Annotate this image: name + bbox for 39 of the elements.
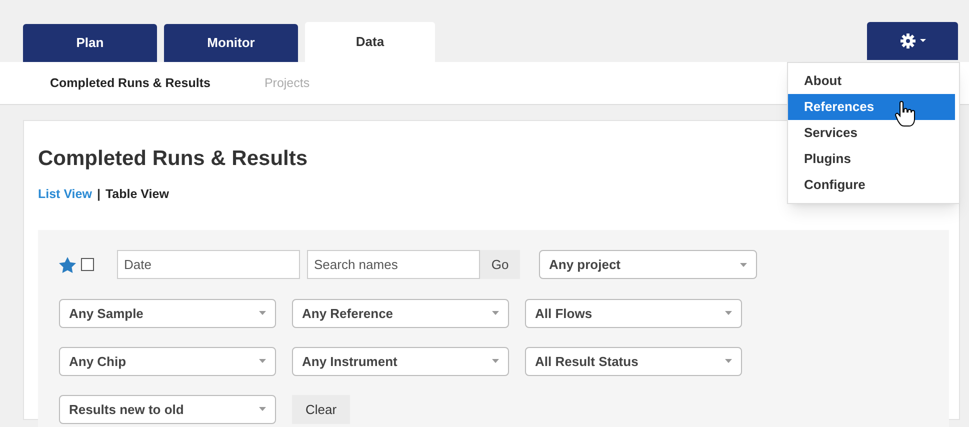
caret-icon — [259, 359, 266, 364]
select-dropdown[interactable]: Results new to old — [59, 394, 276, 424]
separator: | — [96, 186, 100, 203]
date-field[interactable]: Date — [117, 250, 300, 280]
menu-item[interactable]: References — [788, 94, 955, 120]
gear-icon — [900, 33, 916, 49]
select-dropdown[interactable]: Any Reference — [292, 298, 509, 328]
menu-item[interactable]: About — [788, 68, 959, 94]
select-dropdown[interactable]: All Flows — [525, 298, 742, 328]
tab[interactable]: Monitor — [164, 24, 298, 62]
view-link[interactable]: Table View — [105, 185, 169, 204]
settings-button[interactable] — [867, 22, 958, 60]
caret-icon — [920, 39, 926, 43]
subnav-link[interactable]: Completed Runs & Results — [50, 74, 210, 92]
view-link[interactable]: List View — [38, 185, 92, 204]
search-field[interactable]: Search names — [307, 250, 480, 280]
caret-icon — [492, 359, 499, 364]
caret-icon — [740, 262, 747, 267]
tab[interactable]: Data — [305, 22, 435, 62]
caret-icon — [259, 311, 266, 316]
tab[interactable]: Plan — [23, 24, 157, 62]
menu-item[interactable]: Plugins — [788, 146, 959, 172]
page-title: Completed Runs & Results — [38, 146, 308, 172]
hand-cursor-icon — [895, 101, 915, 128]
caret-icon — [725, 311, 732, 316]
clear-button[interactable]: Clear — [292, 394, 350, 424]
caret-icon — [259, 407, 266, 412]
menu-item[interactable]: Services — [788, 120, 959, 146]
favorites-checkbox[interactable] — [81, 258, 94, 272]
select-dropdown[interactable]: All Result Status — [525, 346, 742, 376]
select-dropdown[interactable]: Any Instrument — [292, 346, 509, 376]
select-dropdown[interactable]: Any project — [539, 250, 757, 280]
select-dropdown[interactable]: Any Sample — [59, 298, 276, 328]
caret-icon — [492, 311, 499, 316]
go-button[interactable]: Go — [480, 250, 520, 280]
menu-item[interactable]: Configure — [788, 172, 959, 198]
select-dropdown[interactable]: Any Chip — [59, 346, 276, 376]
caret-icon — [725, 359, 732, 364]
star-icon[interactable] — [59, 256, 76, 273]
